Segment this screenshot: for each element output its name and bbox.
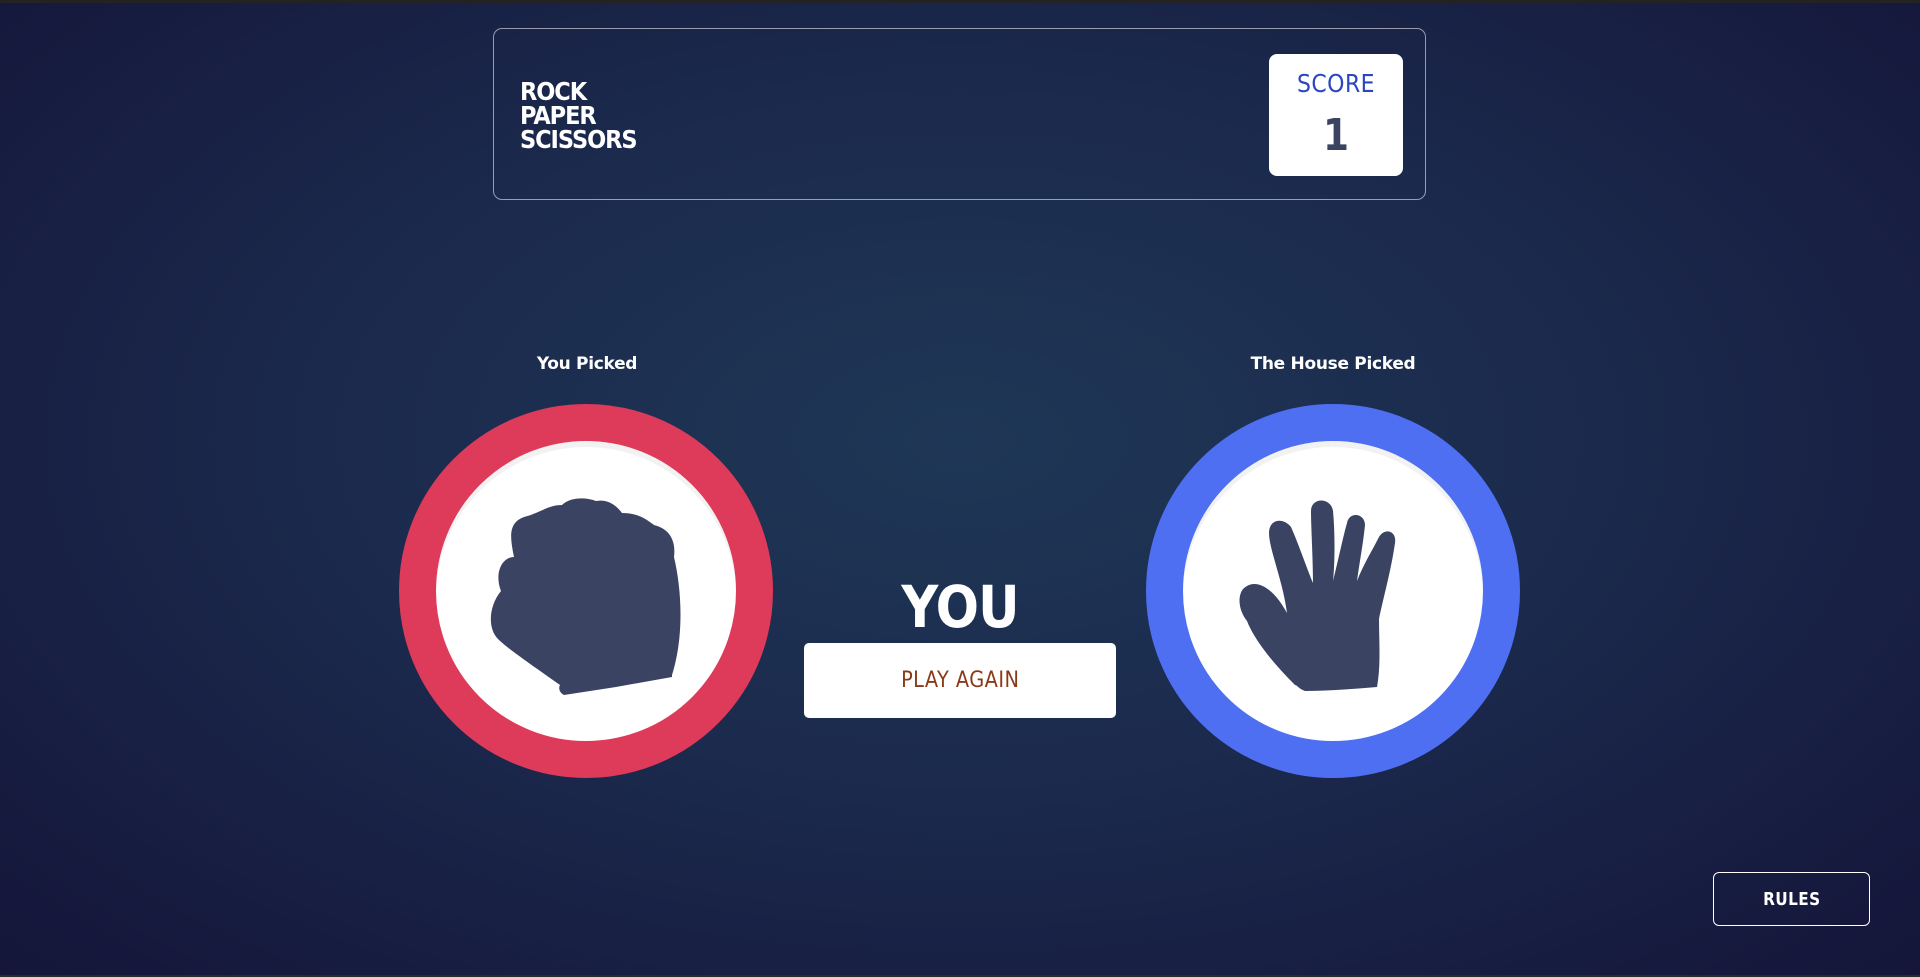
play-again-label: PLAY AGAIN — [900, 668, 1020, 693]
house-choice-paper-token — [1146, 404, 1520, 778]
game-title: ROCK PAPER SCISSORS — [520, 79, 638, 154]
player-pick-label: You Picked — [536, 354, 638, 374]
game-title-line-3: SCISSORS — [520, 125, 638, 154]
window-top-edge — [0, 0, 1920, 3]
house-pick-label: The House Picked — [1250, 354, 1416, 374]
play-again-button[interactable]: PLAY AGAIN — [804, 643, 1116, 718]
rock-icon — [490, 498, 681, 695]
game-header: ROCK PAPER SCISSORS SCORE 1 — [493, 28, 1426, 200]
player-choice-rock-token — [399, 404, 773, 778]
score-label: SCORE — [1296, 69, 1376, 98]
paper-icon — [1239, 500, 1396, 691]
rules-label: RULES — [1762, 888, 1821, 910]
score-box: SCORE 1 — [1269, 54, 1403, 176]
rules-button[interactable]: RULES — [1713, 872, 1870, 926]
score-value: 1 — [1322, 110, 1350, 161]
